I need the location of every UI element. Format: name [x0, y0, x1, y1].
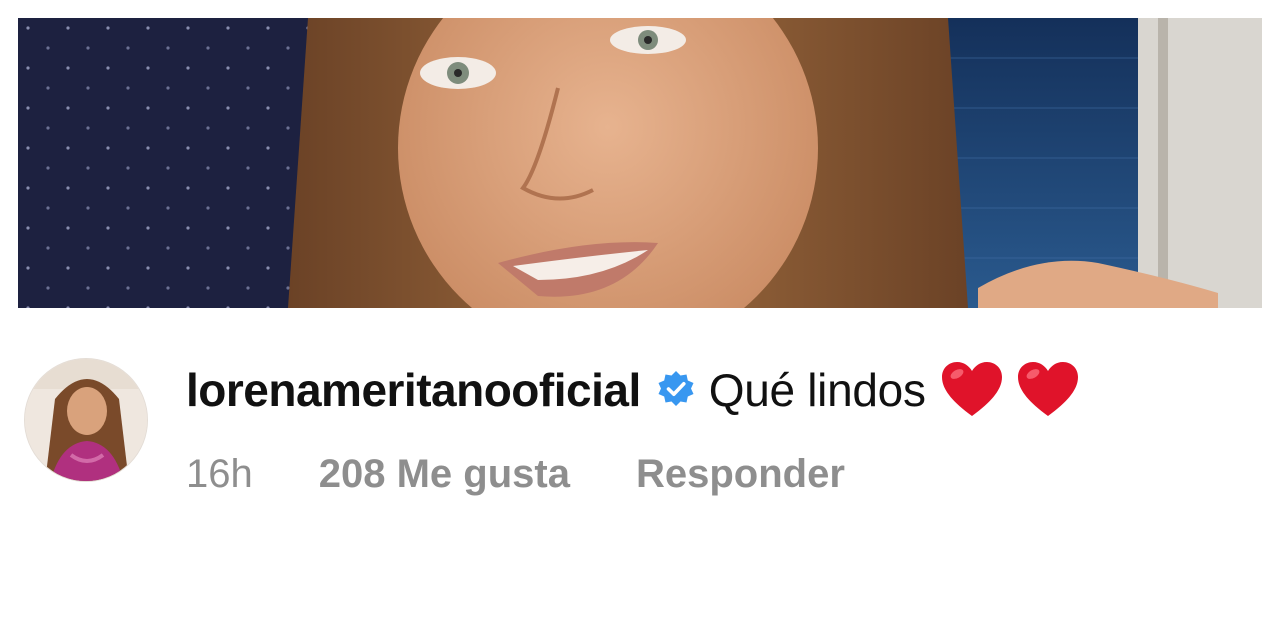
- likes-count-link[interactable]: 208 Me gusta: [319, 452, 570, 497]
- post-photo[interactable]: [18, 18, 1262, 308]
- verified-badge-icon: [655, 369, 697, 411]
- comment-meta: 16h 208 Me gusta Responder: [186, 452, 845, 497]
- post-photo-image: [18, 18, 1262, 308]
- comment-line: lorenameritanooficial Qué lindos: [186, 360, 1080, 420]
- red-heart-icon: [1016, 360, 1080, 420]
- comment-timestamp: 16h: [186, 452, 253, 496]
- username-link[interactable]: lorenameritanooficial: [186, 363, 641, 417]
- avatar-image: [25, 359, 147, 481]
- reply-button[interactable]: Responder: [636, 452, 845, 497]
- avatar[interactable]: [24, 358, 148, 482]
- comment-text: Qué lindos: [708, 364, 926, 416]
- red-heart-icon: [940, 360, 1004, 420]
- comment-row: lorenameritanooficial Qué lindos 16h 208…: [24, 358, 1264, 498]
